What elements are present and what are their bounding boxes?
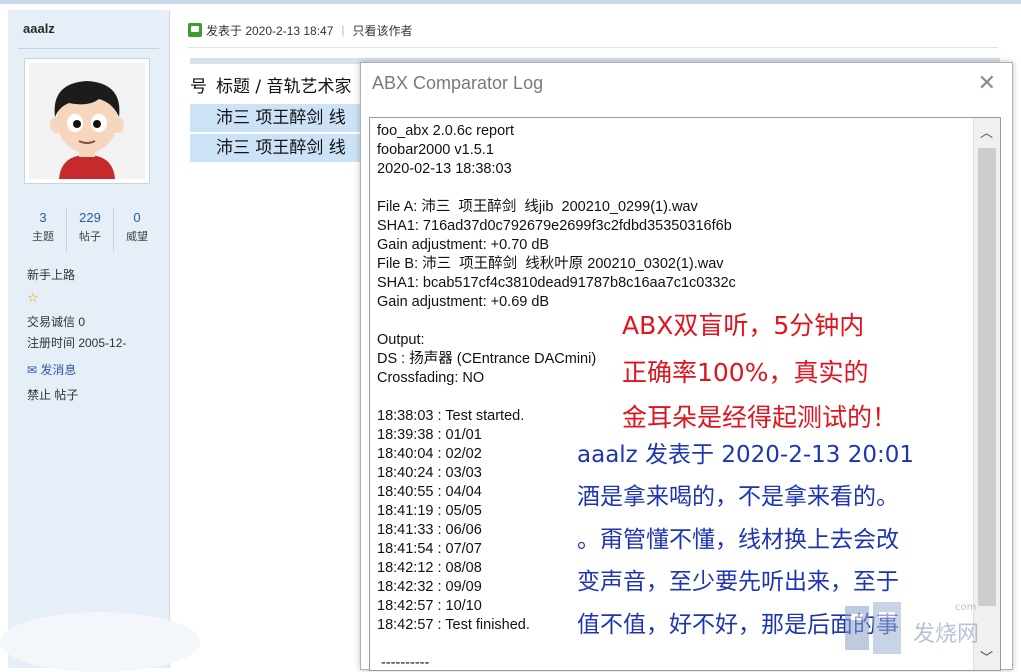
avatar[interactable] — [24, 58, 150, 184]
watermark-logo-icon — [845, 602, 901, 654]
stat-value: 3 — [39, 210, 47, 225]
stat-prestige[interactable]: 0 威望 — [114, 208, 160, 252]
author-username[interactable]: aaalz — [23, 21, 55, 36]
watermark-domain: com — [955, 602, 977, 613]
table-cell-title: 沛三 项王醉剑 线 — [216, 108, 346, 128]
close-icon[interactable]: ✕ — [978, 72, 996, 96]
top-border — [0, 0, 1021, 4]
stat-label: 主题 — [32, 230, 54, 243]
log-line: SHA1: bcab517cf4c3810dead91787b8c16aa7c1… — [377, 275, 736, 291]
site-watermark: 发烧网 com — [843, 600, 1003, 656]
vertical-scrollbar[interactable]: ︿ ﹀ — [973, 118, 1000, 670]
stat-value: 0 — [133, 210, 141, 225]
dialog-title: ABX Comparator Log — [372, 73, 544, 93]
author-stats: 3 主题 229 帖子 0 威望 — [20, 208, 160, 252]
blurred-region — [0, 612, 200, 672]
chevron-up-icon[interactable]: ︿ — [980, 122, 993, 141]
table-cell-title: 沛三 项王醉剑 线 — [216, 138, 346, 158]
envelope-icon: ✉ — [27, 363, 38, 377]
divider — [188, 47, 998, 48]
red-annotation-line: ABX双盲听，5分钟内 — [622, 311, 865, 340]
log-line: Gain adjustment: +0.70 dB — [377, 237, 550, 253]
blue-annotation-line: 。甭管懂不懂，线材换上去会改 — [577, 527, 899, 553]
table-row[interactable]: 沛三 项王醉剑 线 — [190, 104, 365, 132]
log-line: foobar2000 v1.5.1 — [377, 142, 494, 158]
trade-trust: 交易诚信 0 — [27, 315, 86, 329]
log-line: File A: 沛三 项王醉剑 线jib 200210_0299(1).wav — [377, 199, 698, 215]
send-message-label: 发消息 — [40, 363, 77, 377]
avatar-cartoon-icon — [29, 63, 145, 179]
only-author-link[interactable]: 只看该作者 — [353, 22, 413, 39]
scrollbar-thumb[interactable] — [978, 148, 996, 606]
watermark-text: 发烧网 — [913, 622, 980, 647]
red-annotation-line: 金耳朵是经得起测试的！ — [622, 403, 898, 432]
stat-value: 229 — [79, 210, 101, 225]
post-online-icon — [188, 23, 202, 37]
separator: | — [341, 23, 345, 37]
blue-annotation-line: aaalz 发表于 2020-2-13 20:01 — [577, 442, 914, 468]
post-meta-bar: 发表于 2020-2-13 18:47 | 只看该作者 — [188, 18, 413, 42]
ban-posts-link[interactable]: 禁止 帖子 — [27, 386, 78, 403]
log-line: foo_abx 2.0.6c report — [377, 123, 515, 139]
blue-annotation-line: 变声音，至少要先听出来，至于 — [577, 569, 899, 595]
column-header-title[interactable]: 标题 / 音轨艺术家 — [216, 77, 352, 97]
star-icon: ☆ — [27, 291, 39, 306]
blue-annotation-line: 酒是拿来喝的，不是拿来看的。 — [577, 484, 899, 510]
stat-label: 帖子 — [79, 230, 101, 243]
red-annotation-line: 正确率100%，真实的 — [622, 358, 869, 387]
author-profile-panel: aaalz 3 主题 229 帖子 0 威望 新手上路 ☆ 交易诚信 0 注册时… — [8, 10, 170, 668]
stat-posts[interactable]: 229 帖子 — [67, 208, 114, 252]
column-header-number[interactable]: 号 — [190, 73, 216, 101]
stat-topics[interactable]: 3 主题 — [20, 208, 67, 252]
log-line: File B: 沛三 项王醉剑 线秋叶原 200210_0302(1).wav — [377, 256, 724, 272]
register-time: 注册时间 2005-12- — [27, 336, 127, 350]
user-rank[interactable]: 新手上路 — [27, 266, 75, 283]
log-line: ---------- — [377, 655, 430, 671]
divider — [18, 48, 159, 49]
send-message-link[interactable]: ✉ 发消息 — [27, 361, 76, 378]
stat-label: 威望 — [126, 230, 148, 243]
post-time: 发表于 2020-2-13 18:47 — [206, 23, 334, 38]
table-header: 号标题 / 音轨艺术家 — [190, 73, 365, 101]
table-row[interactable]: 沛三 项王醉剑 线 — [190, 134, 365, 162]
log-line: SHA1: 716ad37d0c792679e2699f3c2fdbd35350… — [377, 218, 732, 234]
log-line: 2020-02-13 18:38:03 — [377, 161, 512, 177]
